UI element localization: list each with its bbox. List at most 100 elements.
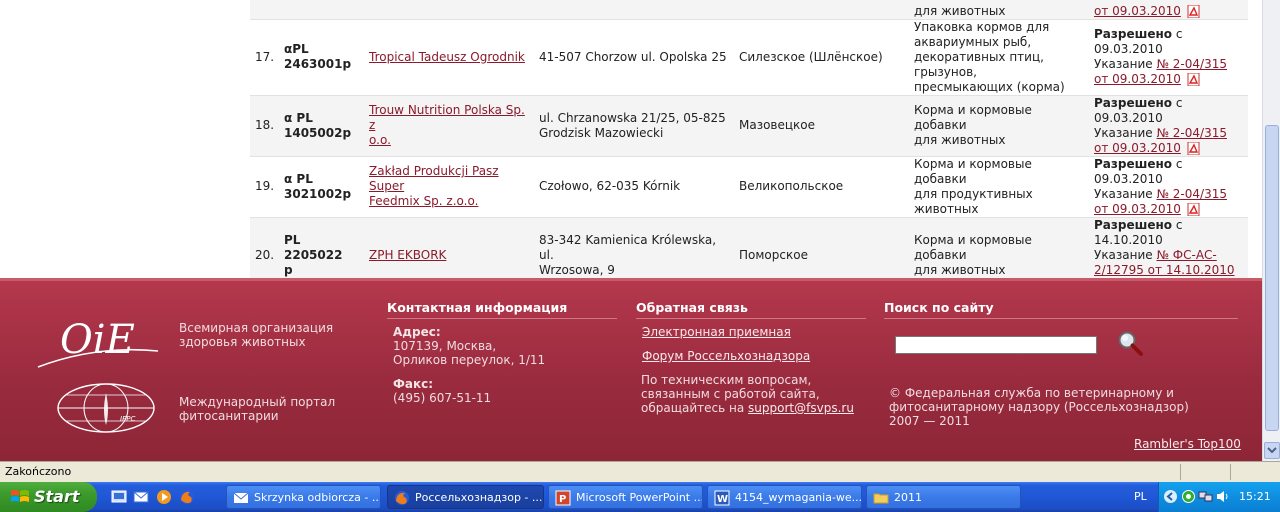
folder-icon (873, 493, 889, 504)
status: Разрешено с 09.03.2010 Указание № 2-04/3… (1090, 95, 1248, 156)
row-number: 19. (255, 179, 275, 193)
task-folder[interactable]: 2011 (866, 485, 1021, 509)
divider (636, 318, 866, 319)
mail-window-icon (233, 492, 249, 503)
product-type: Упаковка кормов для аквариумных рыб, дек… (914, 19, 1065, 94)
status-text: Zakończono (5, 465, 72, 478)
table-row-19: 19. α PL 3021002p Zakład Produkcji Pasz … (250, 156, 1248, 217)
firefox-icon[interactable] (178, 488, 196, 506)
rambler-counter-link[interactable]: Rambler's Top100 (1134, 437, 1241, 451)
row-number: 18. (250, 95, 280, 156)
site-search-input[interactable] (895, 336, 1097, 354)
browser-viewport: для животных от 09.03.2010 17. αPL 24630… (0, 0, 1262, 461)
status-label: Разрешено (1094, 95, 1173, 110)
region: Мазовецкое (735, 95, 910, 156)
address: ul. Chrzanowska 21/25, 05-825 Grodzisk M… (535, 95, 735, 156)
support-email-link[interactable]: support@fsvps.ru (748, 401, 854, 415)
product-type: Корма и кормовые добавки для животных (910, 95, 1090, 156)
svg-text:IPPC: IPPC (120, 415, 136, 423)
media-player-icon[interactable] (155, 488, 173, 506)
instruction-link[interactable]: № 2-04/315 (1157, 187, 1227, 201)
instruction-date-link[interactable]: от 09.03.2010 (1094, 141, 1181, 155)
instruction-link[interactable]: № ФС-АС- (1157, 248, 1217, 262)
status: Разрешено с 09.03.2010 Указание № 2-04/3… (1094, 27, 1227, 86)
contacts-address: Адрес: 107139, Москва, Орликов переулок,… (393, 325, 546, 367)
windows-flag-icon (11, 490, 29, 502)
search-button[interactable] (1115, 329, 1145, 357)
oie-logo-icon: OiE (37, 317, 159, 368)
task-word[interactable]: W 4154_wymagania-we... (707, 485, 862, 509)
tray-expand-icon[interactable] (1163, 489, 1178, 504)
instruction-link[interactable]: № 2-04/315 (1157, 57, 1227, 71)
site-footer: OiE Всемирная организация здоровья живот… (0, 278, 1262, 461)
row-number: 17. (255, 49, 275, 64)
svg-text:P: P (559, 494, 566, 505)
status: Разрешено с 09.03.2010 Указание № 2-04/3… (1094, 156, 1227, 216)
scroll-down-button[interactable] (1264, 442, 1280, 459)
task-mail[interactable]: Skrzynka odbiorcza - ... (226, 485, 381, 509)
status-label: Разрешено (1094, 217, 1173, 232)
scroll-thumb[interactable] (1265, 125, 1279, 431)
reg-number: α PL 1405002p (280, 95, 365, 156)
table-row-17: 17. αPL 2463001p Tropical Tadeusz Ogrodn… (250, 19, 1248, 95)
company-link[interactable]: Trouw Nutrition Polska Sp. z o.o. (369, 103, 531, 148)
instruction-date-link[interactable]: 2/12795 от 14.10.2010 (1094, 263, 1235, 277)
company-link[interactable]: ZPH EKBORK (369, 248, 446, 262)
feedback-heading: Обратная связь (636, 300, 748, 315)
task-powerpoint[interactable]: P Microsoft PowerPoint ... (548, 485, 703, 509)
copyright: © Федеральная служба по ветеринарному и … (889, 386, 1189, 428)
vertical-scrollbar[interactable] (1262, 0, 1280, 461)
task-browser[interactable]: Россельхознадзор - ... (387, 485, 544, 509)
reg-number: αPL 2463001p (284, 42, 352, 71)
language-indicator[interactable]: PL (1134, 490, 1147, 503)
e-reception-link[interactable]: Электронная приемная (642, 325, 791, 339)
divider (884, 318, 1238, 319)
network-icon[interactable] (1198, 489, 1213, 504)
instruction-date-link[interactable]: от 09.03.2010 (1094, 4, 1181, 18)
antivirus-icon[interactable] (1181, 489, 1196, 504)
start-button[interactable]: Start (0, 482, 97, 512)
forum-link[interactable]: Форум Россельхознадзора (642, 349, 810, 363)
company-link[interactable]: Zakład Produkcji Pasz Super Feedmix Sp. … (369, 164, 531, 209)
reg-number: α PL 3021002p (284, 171, 352, 201)
divider (1180, 464, 1181, 480)
pdf-icon[interactable] (1187, 202, 1201, 216)
product-type: Корма и кормовые добавки для продуктивны… (914, 156, 1033, 216)
region: Силезское (Шлёнское) (739, 49, 883, 64)
email-icon[interactable] (132, 488, 150, 506)
chevron-down-icon (1267, 447, 1277, 454)
contacts-fax: Факс: (495) 607-51-11 (393, 377, 492, 405)
divider (1230, 464, 1231, 480)
browser-status-bar: Zakończono (0, 461, 1280, 482)
oie-logo-link[interactable]: OiE (36, 311, 161, 371)
powerpoint-icon: P (555, 490, 571, 506)
word-document-icon: W (714, 490, 730, 506)
instruction-date-link[interactable]: от 09.03.2010 (1094, 202, 1181, 216)
contacts-heading: Контактная информация (387, 300, 568, 315)
ippc-caption: Международный портал фитосанитарии (179, 395, 336, 423)
windows-taskbar: Start Skrzynka odbiorcza - ... Россельхо… (0, 482, 1280, 512)
table-row: для животных от 09.03.2010 (250, 0, 1248, 19)
status-label: Разрешено (1094, 27, 1173, 41)
instruction-link[interactable]: № 2-04/315 (1157, 126, 1227, 140)
region: Великопольское (739, 179, 844, 193)
show-desktop-icon[interactable] (110, 488, 128, 506)
type-text: для животных (914, 3, 1006, 18)
pdf-icon[interactable] (1187, 141, 1201, 155)
pdf-icon[interactable] (1187, 4, 1201, 18)
magnifier-icon (1118, 331, 1143, 356)
volume-icon[interactable] (1215, 489, 1230, 504)
instruction-date-link[interactable]: от 09.03.2010 (1094, 72, 1181, 86)
search-heading: Поиск по сайту (884, 300, 994, 315)
tech-support-text: По техническим вопросам, связанным с раб… (641, 373, 854, 415)
certificates-table: для животных от 09.03.2010 17. αPL 24630… (250, 0, 1248, 294)
oie-caption: Всемирная организация здоровья животных (179, 321, 334, 349)
firefox-icon (395, 491, 409, 505)
ippc-logo-link[interactable]: IPPC (56, 381, 156, 436)
clock: 15:21 (1239, 490, 1271, 503)
system-tray: 15:21 (1158, 482, 1280, 512)
address: Czołowo, 62-035 Kórnik (539, 179, 681, 193)
ippc-globe-icon: IPPC (57, 383, 155, 433)
company-link[interactable]: Tropical Tadeusz Ogrodnik (369, 50, 525, 64)
pdf-icon[interactable] (1187, 73, 1201, 86)
